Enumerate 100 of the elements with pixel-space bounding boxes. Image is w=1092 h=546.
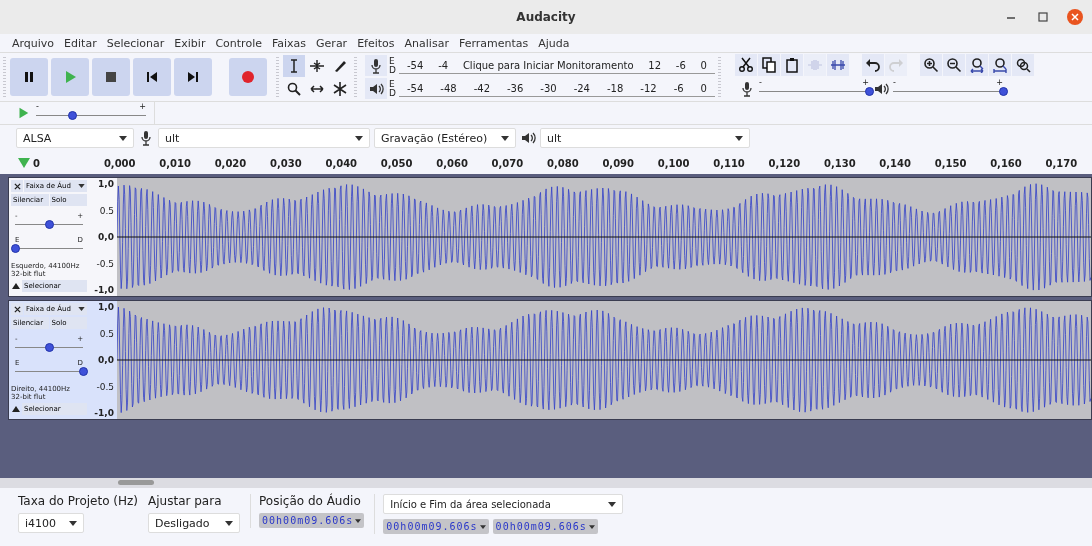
playback-meter[interactable]: -54 -48 -42 -36 -30 -24 -18 -12 -6 0 [399,80,715,97]
silence-button[interactable] [827,54,849,76]
caret-icon[interactable] [355,135,363,141]
ruler-label: 0,110 [712,157,746,169]
playback-volume-slider[interactable] [999,87,1008,96]
zoom-out-icon [946,57,962,73]
menu-item[interactable]: Ajuda [538,36,570,50]
stop-button[interactable] [92,58,130,96]
caret-icon[interactable] [78,184,85,188]
ruler-label: 0,160 [989,157,1023,169]
copy-icon [761,57,777,73]
menu-item[interactable]: Exibir [174,36,206,50]
ruler-label: 0,120 [767,157,802,169]
zoom-toggle-button[interactable] [1012,54,1034,76]
project-rate-dropdown[interactable]: i4100 [18,513,84,533]
amplitude-label: 0,0 [98,355,114,365]
copy-button[interactable] [758,54,780,76]
collapse-icon[interactable] [11,281,21,291]
gain-slider[interactable] [45,220,54,229]
pause-button[interactable] [10,58,48,96]
caret-icon[interactable] [355,518,362,523]
snap-label: Ajustar para [148,494,223,508]
zoom-in-icon [923,57,939,73]
caret-icon[interactable] [501,135,509,141]
amplitude-label: 1,0 [98,302,114,312]
meter-tick: -36 [507,82,524,94]
menu-item[interactable]: Controle [215,36,262,50]
horizontal-scrollbar[interactable] [0,478,1092,488]
menu-item[interactable]: Editar [64,36,97,50]
menu-item[interactable]: Analisar [404,36,449,50]
playback-device-dropdown[interactable]: ult [540,128,750,148]
meter-tick: -54 [407,59,424,71]
mic-icon [138,130,154,146]
min-label: - [759,79,762,87]
menu-item[interactable]: Gerar [316,36,348,50]
menu-item[interactable]: Selecionar [106,36,165,50]
host-dropdown[interactable]: ALSA [16,128,134,148]
caret-icon[interactable] [608,501,617,507]
meter-tick: -24 [573,82,590,94]
skip-start-icon [144,69,160,85]
max-label: + [996,79,1003,87]
menu-item[interactable]: Arquivo [12,36,55,50]
meter-tick: 12 [648,59,662,71]
silence-icon [830,57,846,73]
speed-slider[interactable] [68,111,78,120]
time-display[interactable]: 00h00m09.606s [259,513,365,528]
gain-slider[interactable] [45,343,54,352]
caret-icon[interactable] [69,520,77,526]
recording-volume-slider[interactable] [865,87,874,96]
clipboard-button[interactable] [781,54,803,76]
time-display[interactable]: 00h00m09.606s [383,519,489,534]
meter-tick: -42 [473,82,490,94]
microphone-button[interactable] [365,55,387,76]
recording-meter[interactable]: -54 -4 Clique para Iniciar Monitoramento 12 -6 0 [399,57,715,74]
zoom-toggle-icon [1015,57,1031,73]
collapse-icon[interactable] [11,404,21,414]
scissors-icon [738,57,754,73]
recording-device-dropdown[interactable]: ult [158,128,370,148]
meter-tick: -54 [407,82,424,94]
monitor-prompt: Clique para Iniciar Monitoramento [462,59,634,71]
zoom-in-button[interactable] [920,54,942,76]
skip-end-button[interactable] [174,58,212,96]
channel-label: D [389,88,397,98]
caret-icon[interactable] [588,524,595,529]
ruler-label: 0,060 [435,157,469,169]
min-label: - [893,79,896,87]
undo-button[interactable] [862,54,884,76]
record-icon [240,69,256,85]
menu-item[interactable]: Ferramentas [458,36,529,50]
caret-icon[interactable] [225,520,234,526]
scissors-button[interactable] [735,54,757,76]
caret-icon[interactable] [119,135,127,141]
fit-selection-button[interactable] [966,54,988,76]
ruler-label: 0 [33,157,40,169]
menu-item[interactable]: Faixas [271,36,307,50]
ruler-label: 0,020 [213,157,248,169]
selection-mode-dropdown[interactable]: Início e Fim da área selecionada [383,494,624,514]
fit-project-button[interactable] [989,54,1011,76]
menu-item[interactable]: Efeitos [357,36,395,50]
pan-slider[interactable] [11,244,20,253]
pan-slider[interactable] [79,367,88,376]
caret-icon[interactable] [735,135,743,141]
meter-tick: -48 [440,82,457,94]
caret-icon[interactable] [479,524,486,529]
close-icon[interactable] [1066,8,1084,26]
speaker-icon [873,81,889,97]
caret-icon[interactable] [78,307,85,311]
snap-dropdown[interactable]: Desligado [148,513,241,533]
time-display[interactable]: 00h00m09.606s [492,519,598,534]
zoom-out-button[interactable] [943,54,965,76]
magnifier-icon [286,80,302,97]
ruler-label: 0,040 [324,157,359,169]
speaker-button[interactable] [365,78,387,99]
channels-dropdown[interactable]: Gravação (Estéreo) [374,128,516,148]
fit-selection-icon [969,57,985,73]
record-button[interactable] [229,58,267,96]
ruler-label: 0,130 [822,157,857,169]
ruler-label: 0,090 [601,157,636,169]
skip-start-button[interactable] [133,58,171,96]
cursor-tool[interactable] [283,54,305,77]
